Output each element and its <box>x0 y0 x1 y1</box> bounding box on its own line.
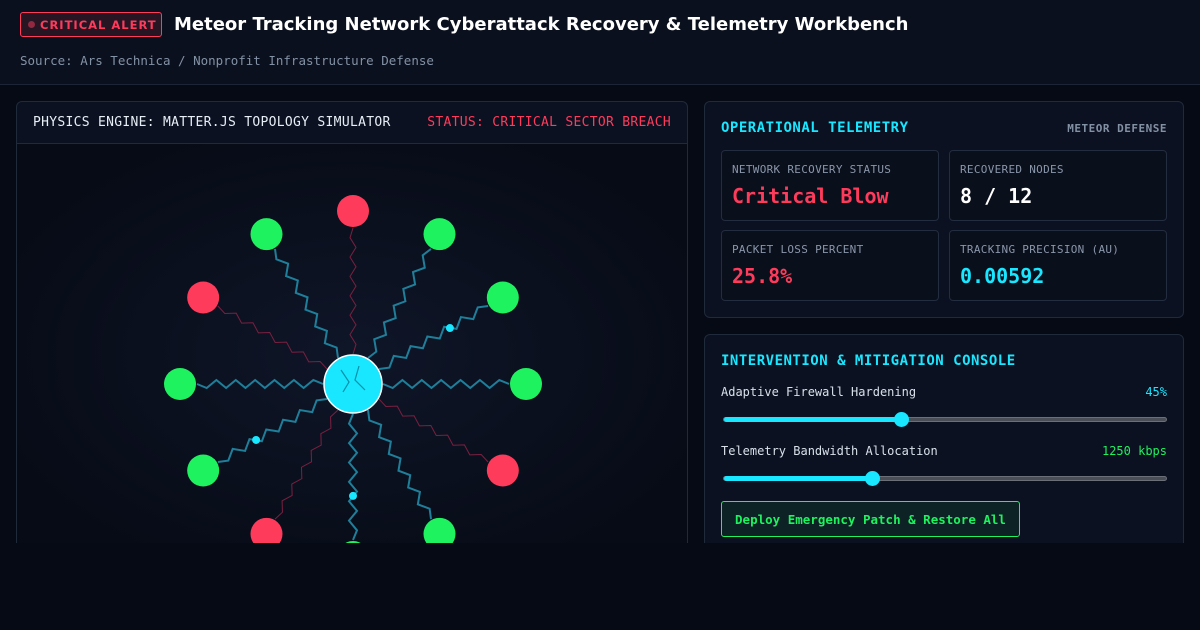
tracking-precision-card: TRACKING PRECISION (AU) 0.00592 <box>949 230 1167 301</box>
topology-canvas[interactable] <box>17 144 688 561</box>
recovery-status-card: NETWORK RECOVERY STATUS Critical Blow <box>721 150 939 221</box>
packet-loss-card: PACKET LOSS PERCENT 25.8% <box>721 230 939 301</box>
simulator-title: PHYSICS ENGINE: MATTER.JS TOPOLOGY SIMUL… <box>33 115 391 130</box>
node-online[interactable] <box>250 218 283 251</box>
slider-handle[interactable] <box>865 471 881 486</box>
viewport-bottom <box>0 543 1200 630</box>
slider-label: Adaptive Firewall Hardening <box>721 385 917 399</box>
packet-pulse <box>445 324 454 333</box>
node-online[interactable] <box>187 454 220 487</box>
page-title: Meteor Tracking Network Cyberattack Reco… <box>174 14 909 35</box>
card-label: RECOVERED NODES <box>960 163 1064 176</box>
app-header: CRITICAL ALERT Meteor Tracking Network C… <box>0 0 1200 85</box>
slider-value: 1250 kbps <box>1101 444 1167 458</box>
telemetry-title: OPERATIONAL TELEMETRY <box>721 120 909 136</box>
card-label: NETWORK RECOVERY STATUS <box>732 163 892 176</box>
telemetry-panel: OPERATIONAL TELEMETRY METEOR DEFENSE NET… <box>704 101 1184 318</box>
firewall-slider-row: Adaptive Firewall Hardening 45% <box>721 385 1167 399</box>
topology-graph[interactable] <box>17 144 688 561</box>
slider-fill <box>724 417 901 422</box>
network-link <box>217 398 328 463</box>
slider-fill <box>724 476 873 481</box>
recovered-nodes-card: RECOVERED NODES 8 / 12 <box>949 150 1167 221</box>
slider-label: Telemetry Bandwidth Allocation <box>721 444 938 458</box>
critical-alert-badge: CRITICAL ALERT <box>20 12 162 37</box>
network-link <box>196 378 324 390</box>
bandwidth-slider-row: Telemetry Bandwidth Allocation 1250 kbps <box>721 444 1167 458</box>
network-link <box>382 378 510 390</box>
node-online[interactable] <box>510 368 542 400</box>
packet-pulse <box>349 491 357 500</box>
card-label: PACKET LOSS PERCENT <box>732 243 864 256</box>
network-link <box>349 227 357 355</box>
card-value: 8 / 12 <box>960 184 1033 208</box>
console-title: INTERVENTION & MITIGATION CONSOLE <box>721 353 1016 369</box>
network-link <box>347 413 359 541</box>
network-link <box>274 409 339 520</box>
slider-value: 45% <box>1145 385 1167 399</box>
topology-simulator-panel: PHYSICS ENGINE: MATTER.JS TOPOLOGY SIMUL… <box>16 101 688 561</box>
bandwidth-allocation-slider[interactable] <box>723 471 1167 486</box>
node-online[interactable] <box>423 218 456 251</box>
badge-label: CRITICAL ALERT <box>40 17 157 32</box>
network-link <box>274 248 339 359</box>
telemetry-header: OPERATIONAL TELEMETRY METEOR DEFENSE <box>721 120 1167 136</box>
node-compromised[interactable] <box>187 281 220 314</box>
network-link <box>367 248 432 359</box>
card-value: 25.8% <box>732 264 793 288</box>
firewall-hardening-slider[interactable] <box>723 412 1167 427</box>
card-label: TRACKING PRECISION (AU) <box>960 243 1120 256</box>
network-link <box>378 398 489 463</box>
card-value: 0.00592 <box>960 264 1045 288</box>
packet-pulse <box>252 435 261 444</box>
simulator-header: PHYSICS ENGINE: MATTER.JS TOPOLOGY SIMUL… <box>17 102 687 144</box>
source-credit: Source: Ars Technica / Nonprofit Infrast… <box>20 53 434 68</box>
node-online[interactable] <box>486 281 519 314</box>
network-link <box>217 305 328 370</box>
mitigation-console-panel: INTERVENTION & MITIGATION CONSOLE Adapti… <box>704 334 1184 564</box>
deploy-emergency-patch-button[interactable]: Deploy Emergency Patch & Restore All <box>721 501 1020 537</box>
node-online[interactable] <box>164 368 196 400</box>
node-compromised[interactable] <box>337 195 369 227</box>
telemetry-brand: METEOR DEFENSE <box>1067 121 1167 135</box>
slider-handle[interactable] <box>893 412 909 427</box>
node-compromised[interactable] <box>486 454 519 487</box>
network-link <box>367 409 432 520</box>
alert-dot-icon <box>28 21 35 28</box>
simulator-status: STATUS: CRITICAL SECTOR BREACH <box>427 115 671 130</box>
central-hub-node[interactable] <box>323 354 383 414</box>
card-value: Critical Blow <box>732 184 889 208</box>
